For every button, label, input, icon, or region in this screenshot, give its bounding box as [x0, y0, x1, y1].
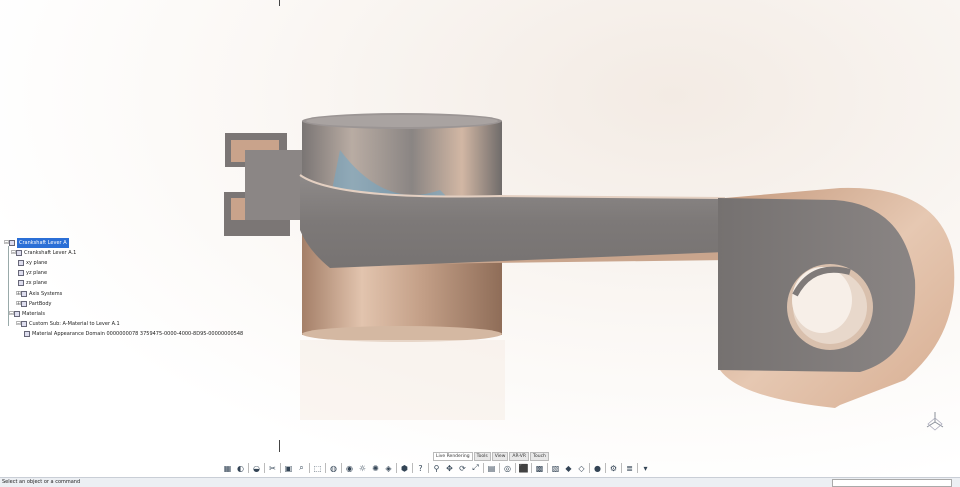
toolbar-separator: [325, 463, 326, 473]
render-icon[interactable]: ◐: [235, 463, 246, 474]
toolbar-separator: [341, 463, 342, 473]
sticker-icon[interactable]: ◆: [563, 463, 574, 474]
toolbar-separator: [280, 463, 281, 473]
screenshot-icon[interactable]: ▤: [486, 463, 497, 474]
toolbar-separator: [483, 463, 484, 473]
fit-icon[interactable]: ⤢: [470, 463, 481, 474]
plane-label[interactable]: yz plane: [26, 268, 47, 278]
plane-icon: [18, 270, 24, 276]
action-bar-tabs[interactable]: Live Rendering Tools View AR-VR Touch: [433, 452, 549, 461]
help-icon[interactable]: ?: [415, 463, 426, 474]
toolbar-separator: [248, 463, 249, 473]
plane-label[interactable]: xy plane: [26, 258, 47, 268]
toolbar-separator: [637, 463, 638, 473]
material-icon: [21, 321, 27, 327]
tab-ar-vr[interactable]: AR-VR: [509, 452, 529, 461]
settings-icon[interactable]: ⚙: [608, 463, 619, 474]
toolbar-separator: [589, 463, 590, 473]
lever-model[interactable]: [0, 0, 960, 477]
cube-icon[interactable]: ⬛: [518, 463, 529, 474]
axis-systems-label[interactable]: Axis Systems: [29, 289, 62, 299]
tab-touch[interactable]: Touch: [529, 452, 549, 461]
zoom-icon[interactable]: ⚲: [431, 463, 442, 474]
tree-partbody[interactable]: ⊞ PartBody: [16, 299, 52, 309]
tree-custom-sub[interactable]: ⊟ Custom Sub: A-Material to Lever A.1: [16, 319, 120, 329]
display-mode-icon[interactable]: ▦: [222, 463, 233, 474]
floor-reflection: [300, 340, 505, 420]
tree-root[interactable]: ⊟ Crankshaft Lever A: [4, 238, 69, 248]
axis-icon: [21, 291, 27, 297]
magnifier-icon[interactable]: ⌕: [296, 463, 307, 474]
action-bar[interactable]: ▦ ◐ ◒ ✂ ▣ ⌕ ⬚ ◍ ◉ ☼ ✺ ◈ ⬢? ⚲ ✥ ⟳ ⤢ ▤ ◎ ⬛ ▩ ▧ ◆ ◇ ● ⚙ ≣ ▾: [222, 461, 738, 475]
part-icon: [16, 250, 22, 256]
eye-end: [718, 187, 955, 408]
plane-label[interactable]: zx plane: [26, 278, 47, 288]
ambience-icon[interactable]: ☼: [357, 463, 368, 474]
tab-view[interactable]: View: [491, 452, 509, 461]
material-icon[interactable]: ◍: [328, 463, 339, 474]
toolbar-separator: [515, 463, 516, 473]
turntable-icon[interactable]: ◎: [502, 463, 513, 474]
tree-part[interactable]: ⊟ Crankshaft Lever A.1: [11, 248, 76, 258]
status-message: Select an object or a command: [2, 479, 81, 485]
fork-prongs: [224, 133, 305, 236]
mirror-icon[interactable]: ◈: [383, 463, 394, 474]
toolbar-separator: [621, 463, 622, 473]
light-icon[interactable]: ✺: [370, 463, 381, 474]
partbody-label[interactable]: PartBody: [29, 299, 52, 309]
more-icon[interactable]: ▾: [640, 463, 651, 474]
standard-views-icon[interactable]: ⬚: [312, 463, 323, 474]
toolbar-separator: [531, 463, 532, 473]
photo-icon[interactable]: ▧: [550, 463, 561, 474]
cut-icon[interactable]: ✂: [267, 463, 278, 474]
toolbar-separator: [309, 463, 310, 473]
shading-icon[interactable]: ◒: [251, 463, 262, 474]
3d-viewport[interactable]: ⊟ Crankshaft Lever A ⊟ Crankshaft Lever …: [0, 0, 960, 477]
scene-icon[interactable]: ◇: [576, 463, 587, 474]
viewport-top-marker: [279, 0, 280, 6]
tab-tools[interactable]: Tools: [473, 452, 491, 461]
tree-plane-xy[interactable]: xy plane: [18, 258, 47, 268]
toolbar-separator: [264, 463, 265, 473]
rotate-icon[interactable]: ⟳: [457, 463, 468, 474]
viewport-bottom-marker: [279, 440, 280, 452]
views-icon[interactable]: ▣: [283, 463, 294, 474]
product-icon: [9, 240, 15, 246]
materials-icon: [14, 311, 20, 317]
toolbar-separator: [412, 463, 413, 473]
plane-icon: [18, 260, 24, 266]
shadow-icon[interactable]: ●: [592, 463, 603, 474]
compass-icon[interactable]: [924, 410, 946, 432]
tree-part-label[interactable]: Crankshaft Lever A.1: [24, 248, 76, 258]
toolbar-separator: [428, 463, 429, 473]
plane-icon: [18, 280, 24, 286]
camera-icon[interactable]: ◉: [344, 463, 355, 474]
toolbar-separator: [499, 463, 500, 473]
pan-icon[interactable]: ✥: [444, 463, 455, 474]
tab-live-rendering[interactable]: Live Rendering: [433, 452, 473, 461]
tree-appearance[interactable]: Material Appearance Domain 0000000078 37…: [24, 329, 243, 339]
toolbar-separator: [605, 463, 606, 473]
body-icon: [21, 301, 27, 307]
custom-sub-label[interactable]: Custom Sub: A-Material to Lever A.1: [29, 319, 120, 329]
environment-icon[interactable]: ⬢: [399, 463, 410, 474]
layers-icon[interactable]: ≣: [624, 463, 635, 474]
tree-axis-systems[interactable]: ⊞ Axis Systems: [16, 289, 62, 299]
appearance-icon: [24, 331, 30, 337]
toolbar-separator: [547, 463, 548, 473]
tree-root-label[interactable]: Crankshaft Lever A: [17, 238, 69, 248]
grid-icon[interactable]: ▩: [534, 463, 545, 474]
materials-label[interactable]: Materials: [22, 309, 45, 319]
tree-materials[interactable]: ⊟ Materials: [9, 309, 45, 319]
appearance-label[interactable]: Material Appearance Domain 0000000078 37…: [32, 329, 243, 339]
tree-plane-zx[interactable]: zx plane: [18, 278, 47, 288]
tree-plane-yz[interactable]: yz plane: [18, 268, 47, 278]
toolbar-separator: [396, 463, 397, 473]
